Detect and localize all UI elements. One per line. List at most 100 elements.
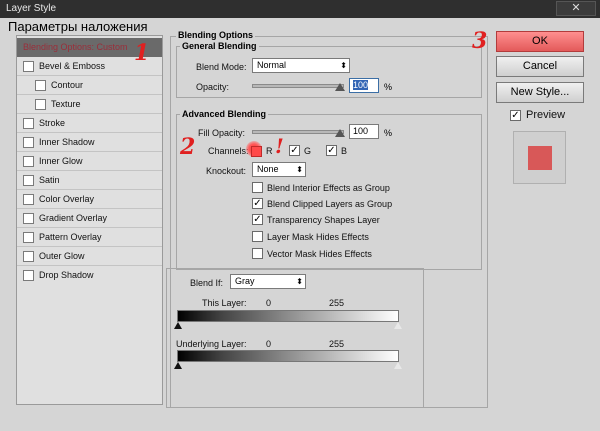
close-button[interactable]: ✕ bbox=[556, 1, 596, 16]
underlying-layer-label: Underlying Layer: bbox=[176, 339, 247, 349]
style-item-inner-shadow[interactable]: Inner Shadow bbox=[17, 133, 162, 152]
channel-g-label: G bbox=[304, 146, 312, 156]
opacity-value: 100 bbox=[353, 80, 369, 90]
annotation-two: 2 bbox=[180, 134, 196, 160]
blend-if-label: Blend If: bbox=[190, 278, 224, 288]
style-item-satin[interactable]: Satin bbox=[17, 171, 162, 190]
underlying-layer-gradient bbox=[177, 350, 399, 362]
style-item-label: Texture bbox=[51, 99, 81, 109]
style-checkbox[interactable] bbox=[23, 175, 34, 186]
style-checkbox[interactable] bbox=[23, 137, 34, 148]
style-checkbox[interactable] bbox=[23, 270, 34, 281]
layer-mask-hides-label: Layer Mask Hides Effects bbox=[267, 232, 369, 242]
window-title: Layer Style bbox=[6, 3, 57, 14]
underlying-layer-min: 0 bbox=[266, 339, 272, 349]
style-item-label: Satin bbox=[39, 175, 60, 185]
underlying-layer-max: 255 bbox=[329, 339, 345, 349]
style-checkbox[interactable] bbox=[23, 194, 34, 205]
title-bar: Layer Style ✕ bbox=[0, 0, 600, 18]
this-layer-min: 0 bbox=[266, 298, 272, 308]
style-checkbox[interactable] bbox=[23, 251, 34, 262]
opacity-label: Opacity: bbox=[196, 82, 230, 92]
cancel-button[interactable]: Cancel bbox=[496, 56, 584, 77]
channels-label: Channels: bbox=[208, 146, 249, 156]
knockout-value: None bbox=[257, 164, 279, 174]
style-checkbox[interactable] bbox=[35, 80, 46, 91]
style-checkbox[interactable] bbox=[35, 99, 46, 110]
style-checkbox[interactable] bbox=[23, 156, 34, 167]
style-item-label: Contour bbox=[51, 80, 84, 90]
chevron-down-icon: ⬍ bbox=[296, 277, 303, 286]
annotation-three: 3 bbox=[472, 28, 488, 54]
this-layer-black-stop[interactable] bbox=[174, 322, 182, 329]
blend-if-value: Gray bbox=[235, 276, 255, 286]
style-item-label: Color Overlay bbox=[39, 194, 95, 204]
preview-swatch bbox=[528, 146, 552, 170]
channel-b-label: B bbox=[341, 146, 348, 156]
this-layer-gradient bbox=[177, 310, 399, 322]
fill-opacity-slider-thumb[interactable] bbox=[335, 129, 345, 137]
style-checkbox[interactable] bbox=[23, 232, 34, 243]
fill-opacity-label: Fill Opacity: bbox=[198, 128, 246, 138]
blend-mode-select[interactable]: Normal ⬍ bbox=[252, 58, 350, 73]
channel-r-label: R bbox=[266, 146, 273, 156]
blend-if-group bbox=[166, 268, 424, 408]
layer-mask-hides-checkbox[interactable] bbox=[252, 231, 263, 242]
knockout-select[interactable]: None ⬍ bbox=[252, 162, 306, 177]
fill-opacity-percent: % bbox=[384, 128, 393, 138]
style-item-label: Inner Shadow bbox=[39, 137, 95, 147]
vector-mask-hides-checkbox[interactable] bbox=[252, 248, 263, 259]
general-blending-title: General Blending bbox=[180, 41, 259, 51]
opacity-percent: % bbox=[384, 82, 393, 92]
fill-opacity-input[interactable]: 100 bbox=[349, 124, 379, 139]
blend-interior-effects-checkbox[interactable] bbox=[252, 182, 263, 193]
style-item-gradient-overlay[interactable]: Gradient Overlay bbox=[17, 209, 162, 228]
channel-b-checkbox[interactable]: ✓ bbox=[326, 145, 337, 156]
style-item-label: Bevel & Emboss bbox=[39, 61, 106, 71]
style-item-color-overlay[interactable]: Color Overlay bbox=[17, 190, 162, 209]
style-item-label: Pattern Overlay bbox=[39, 232, 102, 242]
blend-mode-value: Normal bbox=[257, 60, 287, 70]
blend-if-select[interactable]: Gray ⬍ bbox=[230, 274, 306, 289]
preview-label: Preview bbox=[526, 109, 566, 121]
style-item-inner-glow[interactable]: Inner Glow bbox=[17, 152, 162, 171]
new-style-button[interactable]: New Style... bbox=[496, 82, 584, 103]
style-item-label: Gradient Overlay bbox=[39, 213, 108, 223]
ok-button[interactable]: OK bbox=[496, 31, 584, 52]
style-item-label: Stroke bbox=[39, 118, 66, 128]
preview-checkbox[interactable]: ✓ bbox=[510, 110, 521, 121]
underlying-layer-white-stop[interactable] bbox=[394, 362, 402, 369]
style-item-label: Inner Glow bbox=[39, 156, 83, 166]
style-item-pattern-overlay[interactable]: Pattern Overlay bbox=[17, 228, 162, 247]
blend-mode-label: Blend Mode: bbox=[196, 62, 247, 72]
this-layer-white-stop[interactable] bbox=[394, 322, 402, 329]
channel-r-checkbox[interactable] bbox=[251, 146, 262, 157]
style-checkbox[interactable] bbox=[23, 213, 34, 224]
style-checkbox[interactable] bbox=[23, 118, 34, 129]
style-item-drop-shadow[interactable]: Drop Shadow bbox=[17, 266, 162, 285]
preview-box bbox=[513, 131, 566, 184]
this-layer-max: 255 bbox=[329, 298, 345, 308]
style-checkbox[interactable] bbox=[23, 61, 34, 72]
channel-g-checkbox[interactable]: ✓ bbox=[289, 145, 300, 156]
annotation-one: 1 bbox=[134, 40, 150, 66]
style-item-contour[interactable]: Contour bbox=[17, 76, 162, 95]
opacity-input[interactable]: 100 bbox=[349, 78, 379, 93]
blend-clipped-layers-checkbox[interactable]: ✓ bbox=[252, 198, 263, 209]
advanced-blending-title: Advanced Blending bbox=[180, 109, 269, 119]
underlying-layer-black-stop[interactable] bbox=[174, 362, 182, 369]
chevron-down-icon: ⬍ bbox=[340, 61, 347, 70]
style-item-texture[interactable]: Texture bbox=[17, 95, 162, 114]
knockout-label: Knockout: bbox=[206, 166, 247, 176]
style-item-label: Blending Options: Custom bbox=[23, 42, 128, 52]
style-item-label: Outer Glow bbox=[39, 251, 85, 261]
annotation-exclaim: ! bbox=[275, 134, 284, 158]
blending-options-title: Blending Options bbox=[176, 30, 255, 40]
fill-opacity-slider[interactable] bbox=[252, 130, 344, 134]
style-item-outer-glow[interactable]: Outer Glow bbox=[17, 247, 162, 266]
opacity-slider[interactable] bbox=[252, 84, 344, 88]
transparency-shapes-checkbox[interactable]: ✓ bbox=[252, 214, 263, 225]
style-item-stroke[interactable]: Stroke bbox=[17, 114, 162, 133]
chevron-down-icon: ⬍ bbox=[296, 165, 303, 174]
opacity-slider-thumb[interactable] bbox=[335, 83, 345, 91]
